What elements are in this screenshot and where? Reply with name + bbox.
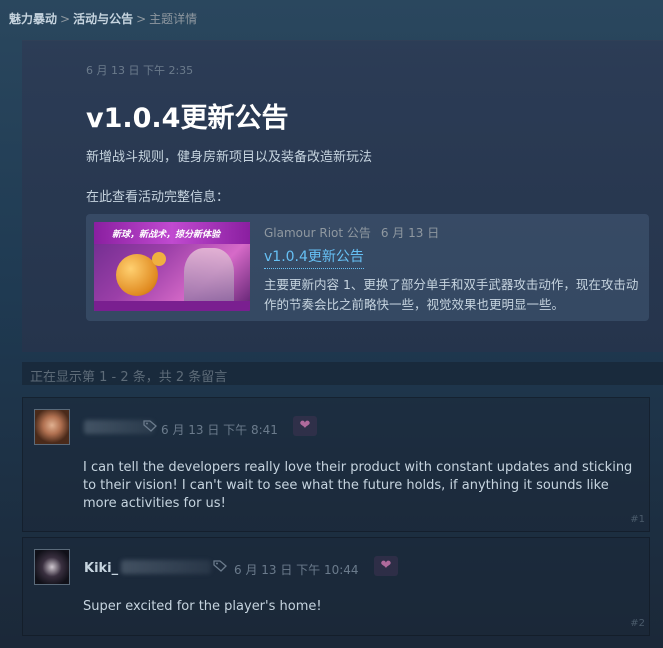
- comment-pager-info: 正在显示第 1 - 2 条，共 2 条留言: [22, 362, 663, 385]
- breadcrumb-separator: >: [60, 12, 71, 26]
- comment-text: Super excited for the player's home!: [83, 599, 322, 614]
- announcement-panel: 6 月 13 日 下午 2:35 v1.0.4更新公告 新增战斗规则，健身房新项…: [22, 40, 663, 352]
- thumb-ball-small-graphic: [152, 252, 166, 266]
- avatar[interactable]: [34, 549, 70, 585]
- comment-date: 6 月 13 日 下午 8:41: [161, 423, 278, 437]
- comment-item: 6 月 13 日 下午 8:41 ❤ I can tell the develo…: [22, 397, 650, 532]
- comment-number: #2: [630, 618, 645, 629]
- comment-date: 6 月 13 日 下午 10:44: [234, 563, 359, 577]
- announcement-date: 6 月 13 日 下午 2:35: [86, 64, 194, 77]
- event-thumbnail-banner: 新球，新战术，掠分新体验: [94, 222, 250, 244]
- event-thumbnail-banner-text: 新球，新战术，掠分新体验: [112, 230, 221, 240]
- see-more-label: 在此查看活动完整信息：: [86, 190, 230, 205]
- event-title-link[interactable]: v1.0.4更新公告: [264, 246, 364, 269]
- comment-number: #1: [630, 514, 645, 525]
- avatar[interactable]: [34, 409, 70, 445]
- event-publisher-line: Glamour Riot 公告 6 月 13 日: [264, 224, 439, 241]
- author-name-redacted[interactable]: [121, 560, 211, 574]
- award-icon[interactable]: ❤: [374, 556, 398, 576]
- event-publisher: Glamour Riot 公告: [264, 226, 371, 240]
- breadcrumb-current: 主题详情: [149, 12, 198, 26]
- comment-author[interactable]: Kiki_: [84, 561, 118, 576]
- event-card[interactable]: 新球，新战术，掠分新体验 Glamour Riot 公告 6 月 13 日 v1.…: [86, 214, 649, 321]
- tag-icon: [143, 420, 157, 432]
- thumb-figure-graphic: [184, 248, 234, 308]
- announcement-subtitle: 新增战斗规则，健身房新项目以及装备改造新玩法: [86, 150, 373, 165]
- breadcrumb-item-events[interactable]: 活动与公告: [73, 12, 133, 26]
- event-thumbnail[interactable]: 新球，新战术，掠分新体验: [94, 222, 250, 311]
- breadcrumb-separator: >: [136, 12, 147, 26]
- comment-text: I can tell the developers really love th…: [83, 460, 633, 511]
- announcement-title: v1.0.4更新公告: [86, 103, 289, 134]
- comment-item: Kiki_ 6 月 13 日 下午 10:44 ❤ Super excited …: [22, 537, 650, 636]
- breadcrumb: 魅力暴动 > 活动与公告 > 主题详情: [9, 10, 197, 27]
- event-date: 6 月 13 日: [380, 226, 440, 240]
- thumb-bottom-bar: [94, 301, 250, 311]
- event-description: 主要更新内容 1、更换了部分单手和双手武器攻击动作，现在攻击动作的节奏会比之前略…: [264, 277, 639, 312]
- award-icon[interactable]: ❤: [293, 416, 317, 436]
- tag-icon: [213, 560, 227, 572]
- breadcrumb-item-game[interactable]: 魅力暴动: [9, 12, 57, 26]
